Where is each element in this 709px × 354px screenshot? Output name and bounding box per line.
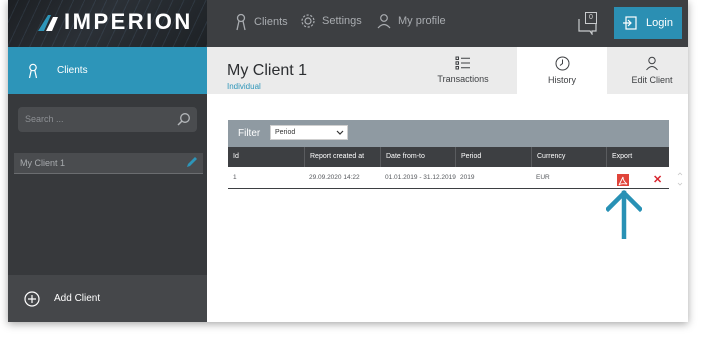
plus-circle-icon xyxy=(24,290,40,307)
tab-history-label: History xyxy=(547,75,576,85)
tab-edit-client-label: Edit Client xyxy=(631,75,673,85)
ribbon-icon xyxy=(236,13,246,31)
notification-count: 0 xyxy=(585,12,597,24)
sidebar-clients-label: Clients xyxy=(57,65,88,76)
client-search-input[interactable]: Search ... xyxy=(18,107,197,132)
filter-selected-value: Period xyxy=(275,129,296,136)
user-icon xyxy=(646,56,658,71)
list-icon xyxy=(455,56,470,70)
table-row: 1 29.09.2020 14:22 01.01.2019 - 31.12.20… xyxy=(228,167,669,189)
delete-report-button[interactable]: ✕ xyxy=(653,173,662,186)
brand-name: IMPERION xyxy=(64,9,193,34)
column-header-currency: Currency xyxy=(531,147,606,167)
scroll-arrows-icon[interactable] xyxy=(677,171,683,187)
user-icon xyxy=(377,14,391,29)
pdf-icon xyxy=(618,176,628,186)
filter-label: Filter xyxy=(238,128,261,139)
column-header-export: Export xyxy=(606,147,669,167)
ribbon-icon xyxy=(28,63,38,78)
login-icon xyxy=(623,16,637,30)
cell-report-created: 29.09.2020 14:22 xyxy=(309,174,360,181)
client-type: Individual xyxy=(227,82,261,91)
imperion-logo-icon xyxy=(38,15,58,31)
nav-clients-label: Clients xyxy=(254,16,288,28)
cell-currency: EUR xyxy=(536,174,550,181)
tab-history[interactable]: History xyxy=(517,47,607,98)
arrow-up-icon xyxy=(606,189,642,239)
nav-clients[interactable]: Clients xyxy=(234,13,288,31)
table-header: Id Report created at Date from-to Period… xyxy=(228,147,669,167)
column-header-id: Id xyxy=(233,153,239,160)
cell-date-range: 01.01.2019 - 31.12.2019 xyxy=(385,174,456,181)
add-client-button[interactable]: Add Client xyxy=(8,275,207,322)
export-pdf-button[interactable] xyxy=(617,174,629,186)
brand-area[interactable]: IMPERION xyxy=(8,0,207,47)
close-icon: ✕ xyxy=(653,174,663,186)
login-button[interactable]: Login xyxy=(614,7,682,39)
cell-id: 1 xyxy=(233,174,237,181)
column-header-period: Period xyxy=(455,147,531,167)
search-placeholder: Search ... xyxy=(25,114,64,124)
add-client-label: Add Client xyxy=(54,293,101,304)
nav-settings-label: Settings xyxy=(322,15,362,27)
main-content: My Client 1 Individual Transactions Hist… xyxy=(207,47,688,322)
client-list-item[interactable]: My Client 1 xyxy=(14,153,203,174)
column-header-date-range: Date from-to xyxy=(380,147,455,167)
notifications-button[interactable]: 0 xyxy=(576,9,600,36)
page-title: My Client 1 xyxy=(227,62,308,79)
login-label: Login xyxy=(646,17,673,29)
client-name: My Client 1 xyxy=(20,158,66,168)
filter-bar: Filter Period xyxy=(228,120,669,147)
search-icon[interactable] xyxy=(177,112,191,126)
sidebar-item-clients[interactable]: Clients xyxy=(8,47,207,94)
app-window: IMPERION Clients Settings My profile 0 L… xyxy=(8,0,688,322)
column-header-report-created: Report created at xyxy=(304,147,380,167)
clock-icon xyxy=(555,56,569,71)
tab-transactions[interactable]: Transactions xyxy=(426,47,500,94)
pencil-icon[interactable] xyxy=(185,155,199,169)
nav-my-profile[interactable]: My profile xyxy=(376,13,446,29)
cell-period: 2019 xyxy=(460,174,475,181)
nav-my-profile-label: My profile xyxy=(398,15,446,27)
tab-transactions-label: Transactions xyxy=(437,74,489,84)
sidebar: Clients Search ... My Client 1 Add Clien… xyxy=(8,47,207,322)
filter-select[interactable]: Period xyxy=(270,125,348,140)
nav-settings[interactable]: Settings xyxy=(300,13,362,29)
gear-icon xyxy=(301,14,315,28)
top-bar: IMPERION Clients Settings My profile 0 L… xyxy=(8,0,688,47)
chevron-down-icon xyxy=(336,130,344,135)
client-header: My Client 1 Individual Transactions Hist… xyxy=(207,47,688,98)
tab-edit-client[interactable]: Edit Client xyxy=(617,47,687,94)
